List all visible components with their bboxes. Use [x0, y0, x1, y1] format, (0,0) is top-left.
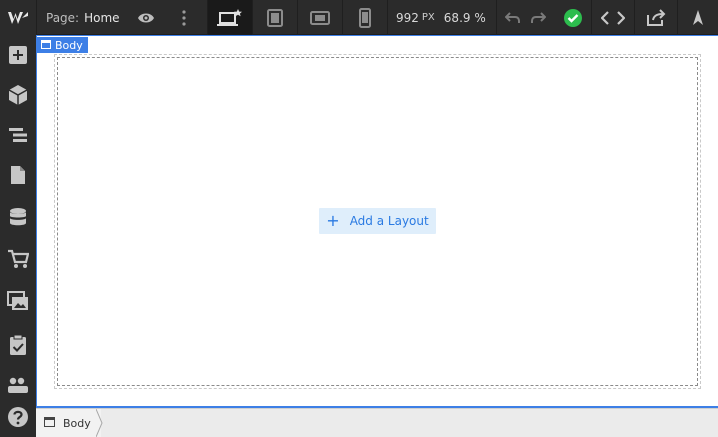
mobile-landscape-breakpoint-icon[interactable] — [298, 0, 342, 35]
help-question-icon[interactable] — [0, 397, 36, 437]
zoom-level: 68.9 % — [443, 10, 486, 25]
pages-icon[interactable] — [0, 155, 36, 195]
body-element-icon — [44, 416, 55, 430]
selected-element-tag[interactable]: Body — [37, 37, 88, 53]
plus-icon: + — [326, 211, 340, 230]
desktop-breakpoint-icon[interactable] — [208, 0, 252, 35]
publish-rocket-icon[interactable] — [678, 0, 718, 35]
breadcrumb-bar: Body — [36, 408, 718, 437]
cms-database-icon[interactable] — [0, 197, 36, 237]
audit-clipboard-check-icon[interactable] — [0, 325, 36, 365]
breadcrumb-label: Body — [63, 416, 91, 430]
page-prefix-label: Page: — [46, 10, 80, 25]
assets-images-icon[interactable] — [0, 281, 36, 321]
mobile-portrait-breakpoint-icon[interactable] — [343, 0, 387, 35]
tablet-breakpoint-icon[interactable] — [253, 0, 297, 35]
top-toolbar: Page: Home 992 PX 68.9 % — [0, 0, 718, 35]
undo-icon[interactable] — [502, 0, 524, 35]
more-options-icon[interactable] — [172, 0, 196, 35]
add-layout-button[interactable]: + Add a Layout — [319, 208, 436, 234]
selected-element-label: Body — [55, 38, 83, 52]
body-element-icon — [41, 39, 51, 52]
toolbar-separator — [36, 0, 37, 35]
code-export-icon[interactable] — [592, 0, 634, 35]
breadcrumb-chevron-icon — [96, 409, 103, 437]
toolbar-separator — [387, 0, 388, 35]
share-icon[interactable] — [635, 0, 677, 35]
redo-icon[interactable] — [527, 0, 549, 35]
saved-status-check-icon[interactable] — [561, 0, 585, 35]
webflow-logo-icon[interactable] — [0, 0, 36, 35]
breadcrumb-item-body[interactable]: Body — [36, 409, 101, 437]
ecommerce-cart-icon[interactable] — [0, 239, 36, 279]
canvas-width-value: 992 — [396, 10, 419, 25]
preview-eye-icon[interactable] — [132, 0, 160, 35]
toolbar-separator — [496, 0, 497, 35]
add-elements-icon[interactable] — [0, 35, 36, 75]
navigator-layers-icon[interactable] — [0, 115, 36, 155]
add-layout-label: Add a Layout — [349, 214, 429, 228]
left-sidebar — [0, 35, 36, 437]
page-name: Home — [84, 10, 120, 25]
symbols-cube-icon[interactable] — [0, 75, 36, 115]
canvas-width-readout: 992 PX 68.9 % — [396, 0, 486, 35]
page-selector[interactable]: Page: Home — [46, 0, 120, 35]
canvas-width-unit: PX — [421, 12, 435, 23]
